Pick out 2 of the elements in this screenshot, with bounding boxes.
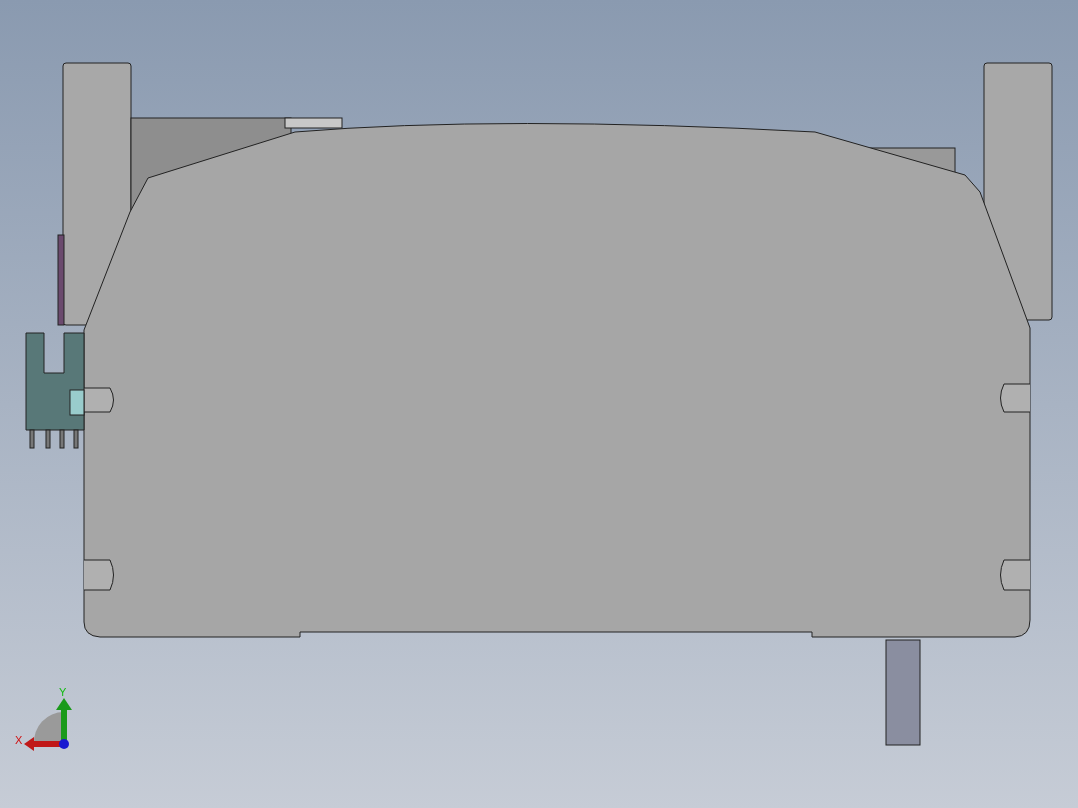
y-axis-label: Y	[59, 686, 67, 698]
x-axis-label: X	[15, 734, 23, 746]
